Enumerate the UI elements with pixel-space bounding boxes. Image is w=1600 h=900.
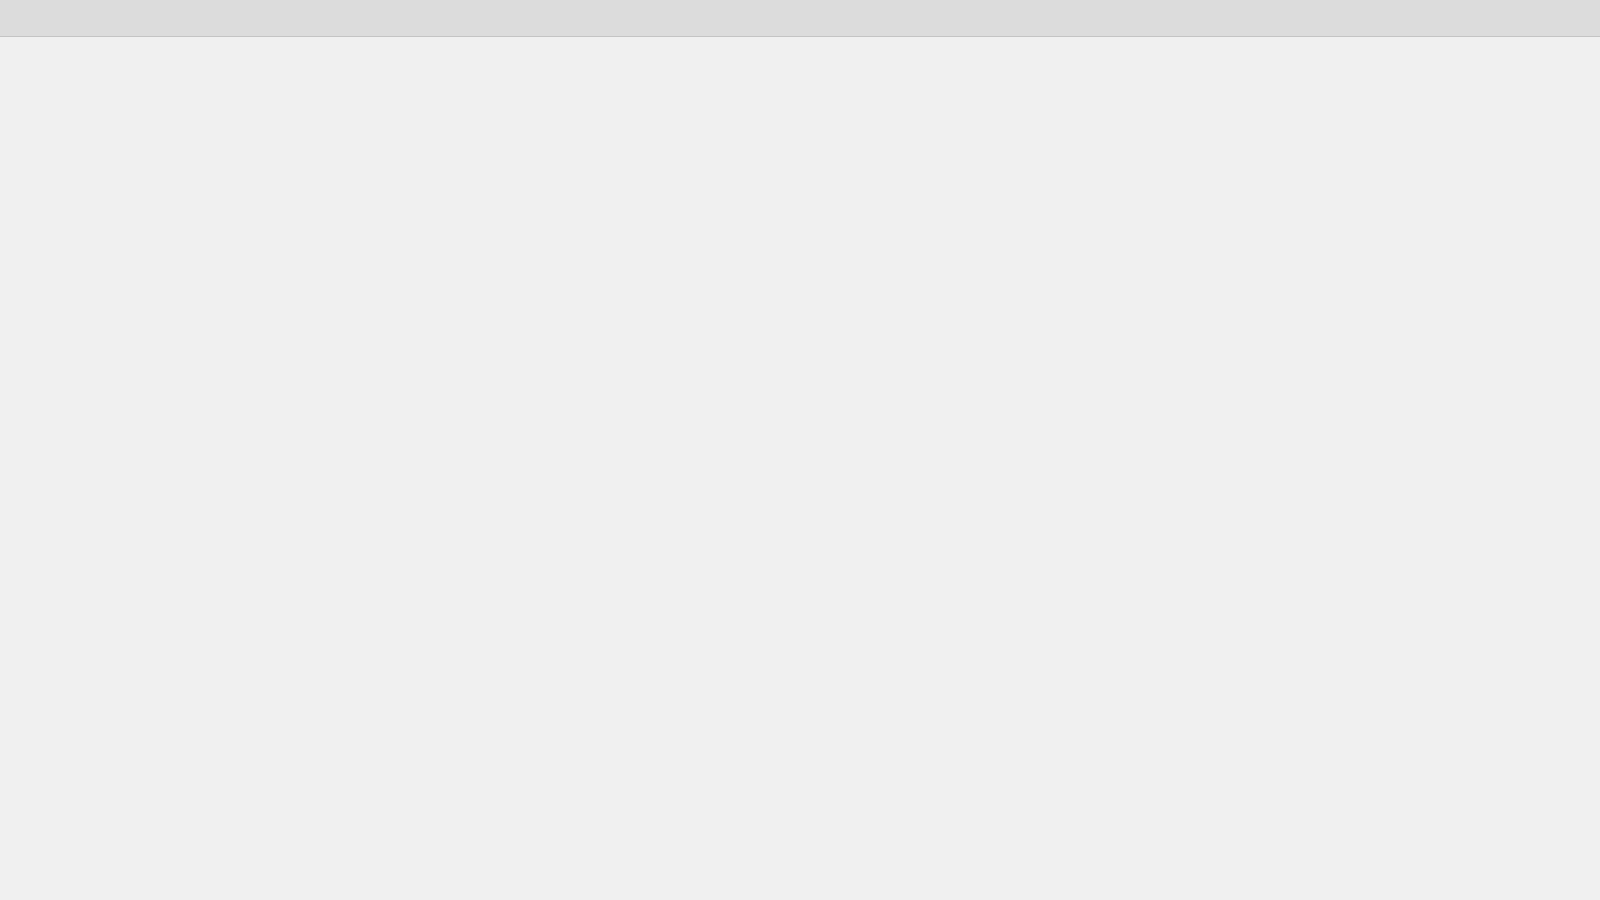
title-bar — [0, 0, 1600, 37]
main-content — [0, 37, 1600, 900]
app-window — [0, 0, 1600, 900]
